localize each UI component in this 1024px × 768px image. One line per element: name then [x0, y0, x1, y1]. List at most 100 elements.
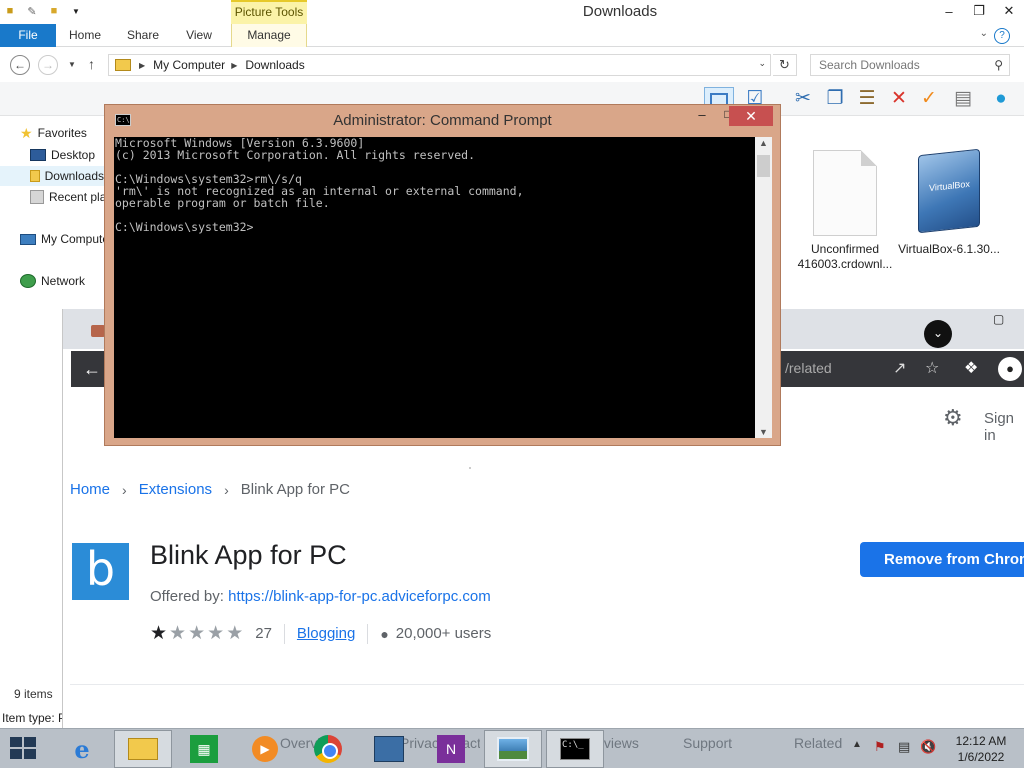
network-icon [20, 274, 36, 288]
tab-manage[interactable]: Manage [231, 24, 307, 47]
tab-share[interactable]: Share [118, 24, 168, 47]
scroll-thumb[interactable] [757, 155, 770, 177]
close-button[interactable]: ✕ [994, 0, 1024, 22]
address-row: ← → ▼ ↑ ▶ My Computer ▶ Downloads ⌄ ↻ Se… [0, 48, 1024, 82]
network-status-icon[interactable]: ▤ [898, 739, 910, 755]
action-center-flag-icon[interactable]: ⚑ [874, 739, 886, 755]
breadcrumb-downloads[interactable]: Downloads [245, 58, 304, 72]
help-icon[interactable]: ? [994, 28, 1010, 44]
nav-label: Network [41, 274, 86, 288]
breadcrumb-extensions[interactable]: Extensions [139, 481, 212, 498]
system-clock[interactable]: 12:12 AM 1/6/2022 [944, 733, 1018, 765]
chevron-down-icon[interactable]: ⌄ [980, 28, 988, 39]
nav-label: Desktop [51, 148, 96, 162]
delete-icon[interactable]: ✕ [888, 87, 910, 111]
back-arrow-icon[interactable]: ← [83, 359, 101, 380]
maximize-button[interactable]: ▢ [993, 312, 1004, 326]
show-hidden-icons-icon[interactable]: ▲ [852, 739, 862, 750]
bookmark-star-icon[interactable]: ☆ [925, 358, 939, 378]
recent-locations-icon[interactable]: ▼ [68, 60, 76, 69]
desktop-icon [30, 149, 46, 161]
store-icon[interactable]: ▦ [175, 730, 233, 768]
divider [70, 684, 1024, 685]
rating-count[interactable]: 27 [255, 625, 272, 642]
globe-icon[interactable]: ● [990, 87, 1012, 111]
command-prompt-icon[interactable]: C:\_ [546, 730, 604, 768]
clock-time: 12:12 AM [955, 734, 1007, 748]
star-icon: ★ [150, 623, 168, 644]
breadcrumb-my-computer[interactable]: My Computer [153, 58, 225, 72]
star-icon: ★ [20, 124, 33, 141]
media-player-icon[interactable]: ▶ [236, 730, 294, 768]
breadcrumb-home[interactable]: Home [70, 481, 110, 498]
checkmark-icon[interactable]: ✓ [918, 87, 940, 111]
extension-title: Blink App for PC [150, 540, 347, 570]
folder-icon[interactable]: ■ [2, 3, 18, 19]
tab-home[interactable]: Home [60, 24, 110, 47]
forward-button[interactable]: → [38, 55, 58, 75]
control-panel-icon[interactable] [360, 730, 418, 768]
folder-icon [115, 59, 131, 71]
maximize-button[interactable]: ❐ [964, 0, 994, 22]
background-tab-related: Related [794, 735, 843, 751]
window-title: Downloads [582, 3, 658, 20]
offered-by-link[interactable]: https://blink-app-for-pc.adviceforpc.com [228, 588, 491, 605]
close-button[interactable]: ✕ [729, 106, 773, 126]
file-list: Unconfirmed 416003.crdownl... VirtualBox… [790, 140, 1024, 310]
cut-icon[interactable]: ✂ [792, 87, 814, 111]
scroll-up-icon[interactable]: ▲ [759, 138, 768, 148]
address-bar[interactable]: ▶ My Computer ▶ Downloads ⌄ [108, 54, 771, 76]
tab-favicon-icon[interactable] [91, 325, 105, 337]
new-folder-icon[interactable]: ■ [46, 3, 62, 19]
tab-view[interactable]: View [176, 24, 222, 47]
copy-icon[interactable]: ❐ [824, 87, 846, 111]
qat-dropdown-icon[interactable]: ▼ [68, 3, 84, 19]
rename-icon[interactable]: ▤ [952, 87, 974, 111]
minimize-button[interactable]: – [934, 0, 964, 22]
divider [283, 623, 285, 644]
up-arrow-icon[interactable]: ↑ [88, 56, 95, 72]
chevron-down-icon[interactable]: ⌄ [924, 320, 952, 348]
properties-icon[interactable]: ✎ [24, 3, 40, 19]
chevron-right-icon: › [122, 481, 127, 498]
omnibox-url[interactable]: /related [785, 360, 832, 376]
remove-from-chrome-button[interactable]: Remove from Chrome [860, 542, 1024, 577]
share-icon[interactable]: ↗ [893, 358, 906, 378]
user-count: 20,000+ users [395, 625, 492, 642]
profile-avatar-icon[interactable]: ● [998, 357, 1022, 381]
console-line: (c) 2013 Microsoft Corporation. All righ… [115, 148, 476, 162]
cmd-scrollbar[interactable]: ▲ ▼ [755, 137, 772, 438]
nav-downloads[interactable]: Downloads [0, 166, 104, 186]
star-icon: ★ [188, 623, 206, 644]
file-explorer-icon[interactable] [114, 730, 172, 768]
tab-file[interactable]: File [0, 24, 56, 47]
back-button[interactable]: ← [10, 55, 30, 75]
volume-muted-icon[interactable]: 🔇 [920, 739, 936, 755]
chrome-icon[interactable] [299, 730, 357, 768]
chevron-down-icon[interactable]: ⌄ [758, 58, 766, 69]
search-input[interactable]: Search Downloads ⚲ [810, 54, 1010, 76]
cmd-console[interactable]: Microsoft Windows [Version 6.3.9600] (c)… [114, 137, 755, 438]
file-item[interactable]: Unconfirmed 416003.crdownl... [790, 140, 900, 272]
scroll-down-icon[interactable]: ▼ [759, 427, 768, 437]
sign-in-link[interactable]: Sign in [984, 410, 1024, 444]
category-link[interactable]: Blogging [297, 625, 355, 642]
onenote-icon[interactable]: N [422, 730, 480, 768]
internet-explorer-icon[interactable]: e [53, 730, 111, 768]
start-button[interactable] [10, 737, 38, 761]
divider [367, 623, 369, 644]
gear-icon[interactable]: ⚙ [943, 405, 963, 431]
star-icon: ★ [207, 623, 225, 644]
photos-icon[interactable] [484, 730, 542, 768]
nav-label: My Computer [41, 232, 114, 246]
paste-icon[interactable]: ☰ [856, 87, 878, 111]
ribbon-tabs: File Home Share View Manage ⌄ ? [0, 24, 1024, 47]
cmd-titlebar[interactable]: C:\ Administrator: Command Prompt – □ ✕ [105, 105, 780, 135]
extensions-puzzle-icon[interactable]: ❖ [964, 358, 978, 378]
file-name: VirtualBox-6.1.30... [898, 242, 1000, 256]
picture-tools-label: Picture Tools [231, 0, 307, 24]
star-icon: ★ [169, 623, 187, 644]
refresh-button[interactable]: ↻ [773, 54, 797, 76]
minimize-button[interactable]: – [689, 107, 715, 127]
file-item[interactable]: VirtualBox VirtualBox-6.1.30... [894, 140, 1004, 257]
